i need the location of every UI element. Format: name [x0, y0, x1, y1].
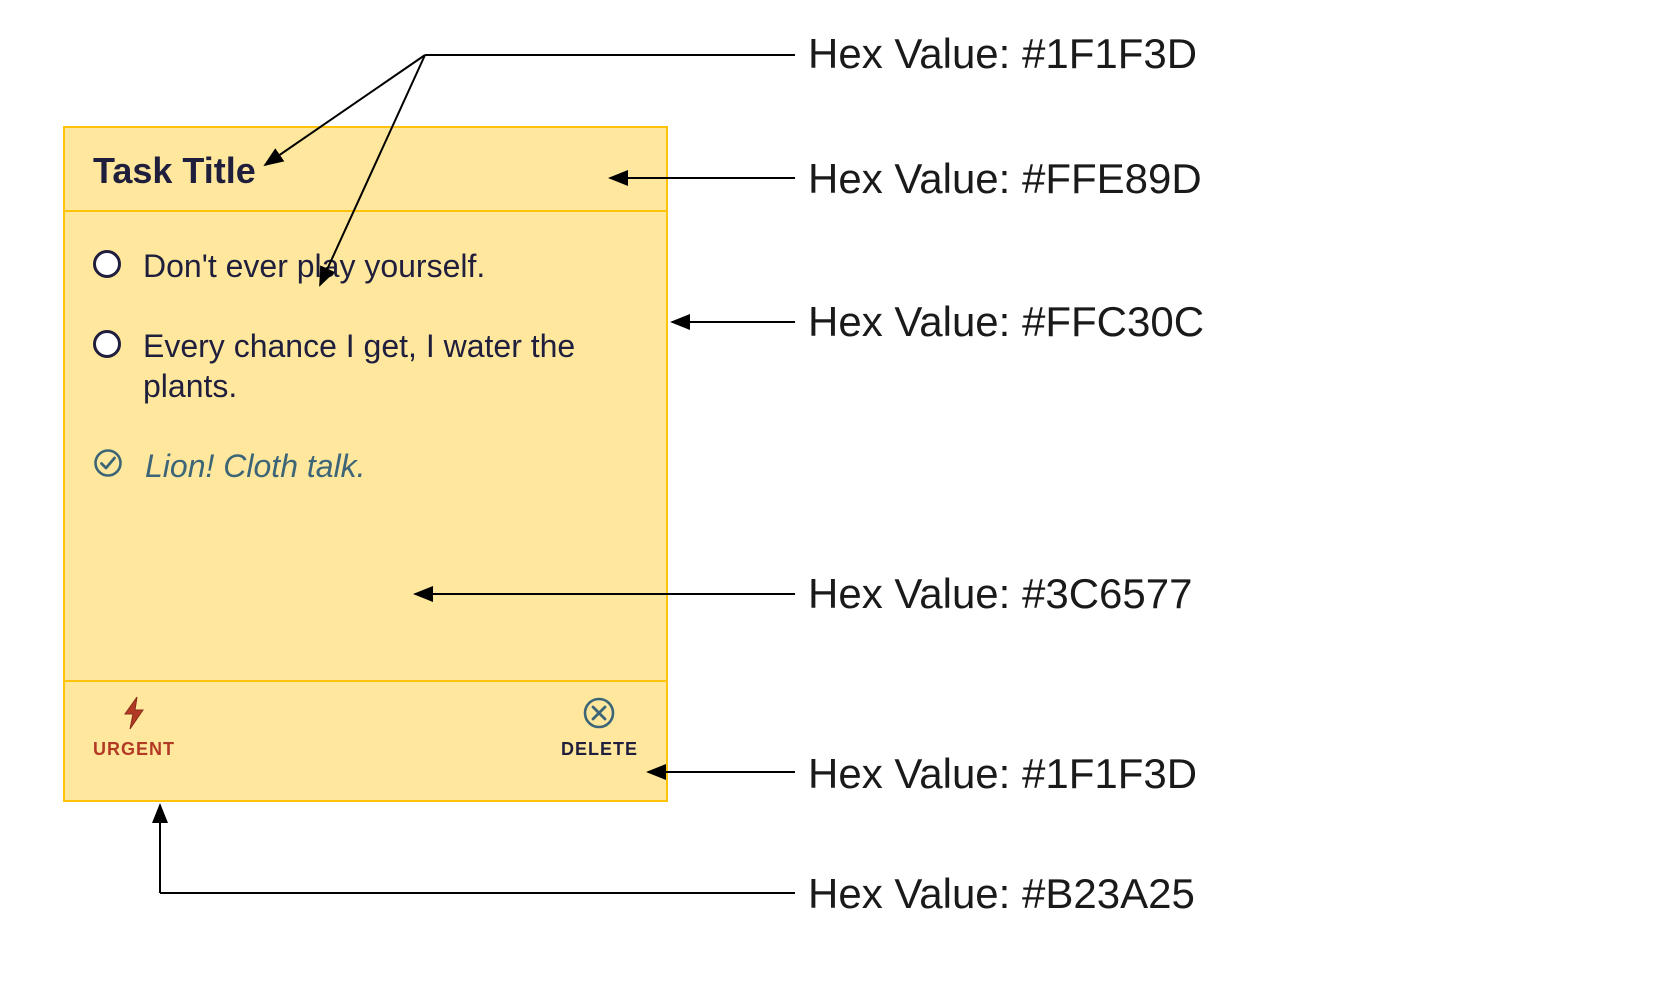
card-title: Task Title — [93, 150, 638, 192]
delete-label: DELETE — [561, 739, 638, 760]
delete-button[interactable]: DELETE — [561, 696, 638, 760]
task-item-text: Don't ever play yourself. — [143, 246, 485, 286]
task-item-completed[interactable]: Lion! Cloth talk. — [93, 446, 638, 486]
check-circle-icon[interactable] — [93, 448, 123, 478]
task-card: Task Title Don't ever play yourself. Eve… — [63, 126, 668, 802]
annotation-label: Hex Value: #1F1F3D — [808, 30, 1197, 78]
annotation-label: Hex Value: #3C6577 — [808, 570, 1192, 618]
card-header: Task Title — [65, 128, 666, 212]
urgent-label: URGENT — [93, 739, 175, 760]
annotation-label: Hex Value: #B23A25 — [808, 870, 1195, 918]
task-item[interactable]: Every chance I get, I water the plants. — [93, 326, 638, 406]
radio-unchecked-icon[interactable] — [93, 250, 121, 278]
task-item[interactable]: Don't ever play yourself. — [93, 246, 638, 286]
task-item-text: Lion! Cloth talk. — [145, 446, 366, 486]
urgent-button[interactable]: URGENT — [93, 696, 175, 760]
lightning-icon — [121, 696, 147, 735]
card-footer: URGENT DELETE — [65, 682, 666, 776]
close-circle-icon — [582, 696, 616, 735]
annotation-label: Hex Value: #FFE89D — [808, 155, 1202, 203]
annotation-label: Hex Value: #1F1F3D — [808, 750, 1197, 798]
task-item-text: Every chance I get, I water the plants. — [143, 326, 603, 406]
card-body: Don't ever play yourself. Every chance I… — [65, 212, 666, 682]
annotation-label: Hex Value: #FFC30C — [808, 298, 1204, 346]
radio-unchecked-icon[interactable] — [93, 330, 121, 358]
